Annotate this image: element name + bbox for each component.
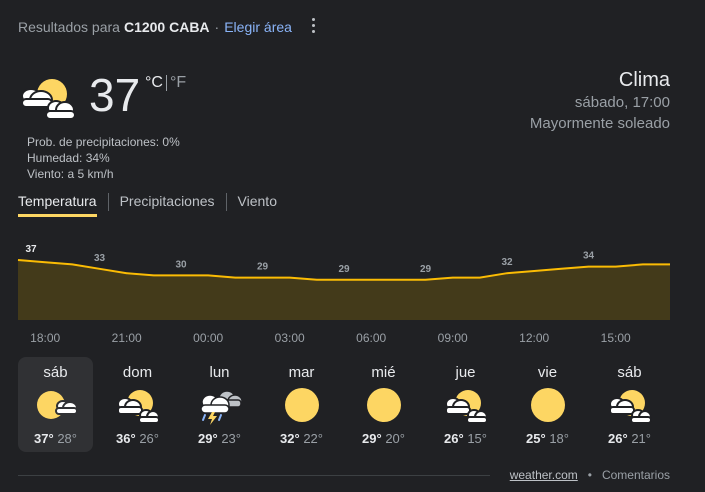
forecast-day-3[interactable]: mar 32° 22° xyxy=(264,357,339,452)
time-tick-label: 18:00 xyxy=(30,331,60,345)
tab-temperature[interactable]: Temperatura xyxy=(18,193,97,217)
forecast-day-7[interactable]: sáb 26° 21° xyxy=(592,357,667,452)
low-temperature: 20° xyxy=(385,431,405,446)
choose-area-link[interactable]: Elegir área xyxy=(224,19,292,35)
daily-forecast: sáb 37° 28° dom 36° 26° lun 29° 23° mar 32° 22°… xyxy=(18,357,674,452)
chart-tabs: Temperatura Precipitaciones Viento xyxy=(18,193,277,217)
time-tick-label: 06:00 xyxy=(356,331,386,345)
high-temperature: 29° xyxy=(198,431,218,446)
tab-divider xyxy=(107,193,109,211)
footer-divider xyxy=(18,475,490,476)
day-temperatures: 32° 22° xyxy=(264,431,339,446)
time-tick-label: 09:00 xyxy=(438,331,468,345)
partly-cloudy-icon xyxy=(444,385,488,425)
wind-speed: Viento: a 5 km/h xyxy=(27,167,114,181)
temperature-value-label: 33 xyxy=(94,253,106,264)
day-name: dom xyxy=(122,364,153,381)
high-temperature: 36° xyxy=(116,431,136,446)
high-temperature: 26° xyxy=(444,431,464,446)
high-temperature: 32° xyxy=(280,431,300,446)
fahrenheit-button[interactable]: °F xyxy=(170,74,186,92)
temperature-value-label: 29 xyxy=(257,262,269,273)
day-temperatures: 36° 26° xyxy=(100,431,175,446)
day-temperatures: 26° 15° xyxy=(428,431,503,446)
precipitation-probability: Prob. de precipitaciones: 0% xyxy=(27,135,180,149)
weather-title: Clima xyxy=(618,69,670,91)
time-tick-label: 21:00 xyxy=(112,331,142,345)
low-temperature: 26° xyxy=(139,431,159,446)
high-temperature: 25° xyxy=(526,431,546,446)
low-temperature: 22° xyxy=(303,431,323,446)
location-name: C1200 CABA xyxy=(123,19,210,35)
day-name: mar xyxy=(288,364,315,381)
weather-datetime: sábado, 17:00 xyxy=(574,94,670,111)
low-temperature: 15° xyxy=(467,431,487,446)
weather-condition: Mayormente soleado xyxy=(529,115,670,132)
day-name: sáb xyxy=(617,364,642,381)
forecast-day-4[interactable]: mié 29° 20° xyxy=(346,357,421,452)
temperature-chart: 37 33 30 29 29 29 32 34 18:00 21:00 00:00 03:00 06:0… xyxy=(17,244,670,345)
day-name: vie xyxy=(537,364,558,381)
day-temperatures: 25° 18° xyxy=(510,431,585,446)
sun-icon xyxy=(362,385,406,425)
temperature-value-label: 37 xyxy=(25,244,37,255)
results-prefix: Resultados para xyxy=(18,19,120,35)
weather-details: Prob. de precipitaciones: 0% Humedad: 34… xyxy=(27,134,180,182)
sun-cloud-icon xyxy=(34,385,78,425)
source-link[interactable]: weather.com xyxy=(510,468,578,482)
current-temperature: 37 xyxy=(89,69,141,121)
forecast-day-2[interactable]: lun 29° 23° xyxy=(182,357,257,452)
day-temperatures: 37° 28° xyxy=(18,431,93,446)
location-bar: Resultados para C1200 CABA · Elegir área xyxy=(18,19,292,35)
sun-icon xyxy=(280,385,324,425)
temperature-value-label: 30 xyxy=(175,259,187,270)
tab-precipitation[interactable]: Precipitaciones xyxy=(120,193,215,217)
day-name: sáb xyxy=(43,364,68,381)
temperature-value-label: 29 xyxy=(420,264,432,275)
temperature-value-label: 29 xyxy=(338,264,350,275)
thunderstorm-icon xyxy=(198,385,243,425)
high-temperature: 37° xyxy=(34,431,54,446)
time-tick-label: 03:00 xyxy=(275,331,305,345)
low-temperature: 21° xyxy=(631,431,651,446)
low-temperature: 18° xyxy=(549,431,569,446)
celsius-button[interactable]: °C xyxy=(145,74,163,92)
low-temperature: 28° xyxy=(57,431,77,446)
temperature-value-label: 32 xyxy=(501,257,513,268)
day-temperatures: 29° 23° xyxy=(182,431,257,446)
sun-icon xyxy=(526,385,570,425)
high-temperature: 26° xyxy=(608,431,628,446)
time-tick-label: 00:00 xyxy=(193,331,223,345)
time-tick-label: 15:00 xyxy=(601,331,631,345)
high-temperature: 29° xyxy=(362,431,382,446)
time-tick-label: 12:00 xyxy=(519,331,549,345)
day-temperatures: 29° 20° xyxy=(346,431,421,446)
partly-cloudy-icon xyxy=(116,385,160,425)
footer: weather.com • Comentarios xyxy=(510,468,670,482)
day-name: lun xyxy=(209,364,230,381)
day-name: jue xyxy=(455,364,476,381)
tab-wind[interactable]: Viento xyxy=(238,193,277,217)
footer-dot: • xyxy=(587,468,592,482)
more-options-icon[interactable] xyxy=(305,15,321,37)
partly-sunny-icon xyxy=(18,72,76,120)
temperature-value-label: 34 xyxy=(583,251,595,262)
forecast-day-5[interactable]: jue 26° 15° xyxy=(428,357,503,452)
location-separator: · xyxy=(214,19,220,35)
tab-divider xyxy=(225,193,227,211)
humidity: Humedad: 34% xyxy=(27,151,110,165)
forecast-day-6[interactable]: vie 25° 18° xyxy=(510,357,585,452)
forecast-day-1[interactable]: dom 36° 26° xyxy=(100,357,175,452)
day-name: mié xyxy=(371,364,396,381)
low-temperature: 23° xyxy=(221,431,241,446)
forecast-day-0[interactable]: sáb 37° 28° xyxy=(18,357,93,452)
unit-divider xyxy=(165,75,167,91)
weather-header: Clima sábado, 17:00 Mayormente soleado xyxy=(530,68,670,134)
unit-toggle: °C °F xyxy=(145,74,186,92)
feedback-link[interactable]: Comentarios xyxy=(602,468,670,482)
partly-cloudy-icon xyxy=(608,385,652,425)
day-temperatures: 26° 21° xyxy=(592,431,667,446)
